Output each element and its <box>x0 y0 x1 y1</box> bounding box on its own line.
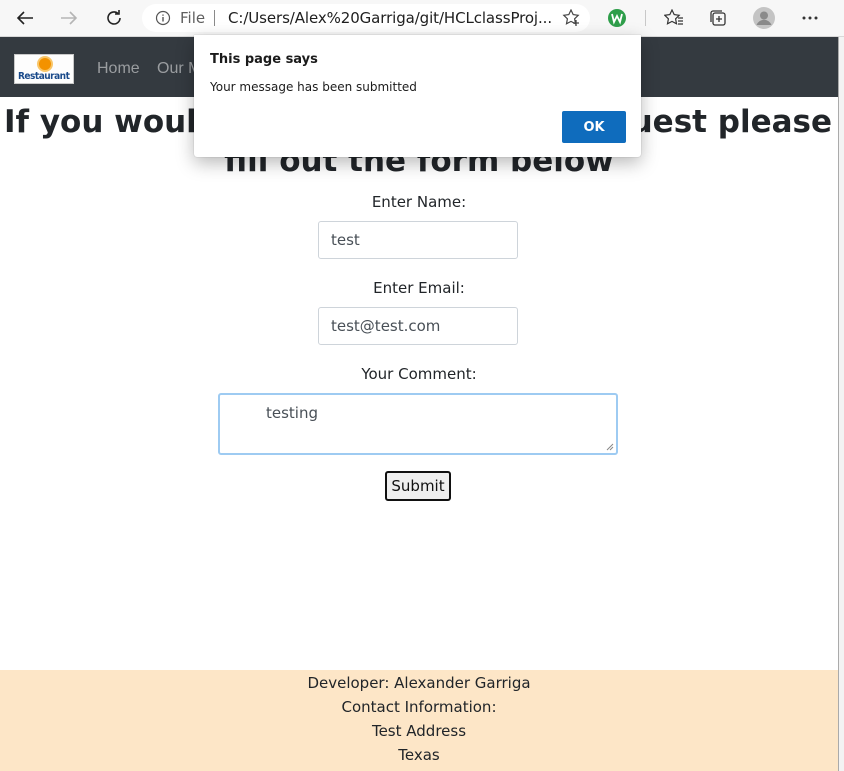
info-icon[interactable] <box>155 10 171 30</box>
comment-textarea[interactable]: testing <box>218 393 618 455</box>
ok-button[interactable]: OK <box>562 111 626 143</box>
logo-text: Restaurant <box>18 71 70 82</box>
nav-link-home[interactable]: Home <box>97 60 140 78</box>
browser-toolbar: File C:/Users/Alex%20Garriga/git/HCLclas… <box>0 0 844 37</box>
avatar-icon <box>753 7 775 29</box>
file-scheme-label: File <box>180 9 206 27</box>
back-arrow-icon <box>16 11 33 25</box>
favorites-button[interactable] <box>659 4 689 32</box>
submit-button[interactable]: Submit <box>385 471 451 501</box>
dialog-title: This page says <box>210 52 318 67</box>
toolbar-divider <box>645 10 646 26</box>
refresh-icon <box>107 10 121 25</box>
resize-grip-icon[interactable] <box>606 443 614 451</box>
comment-text: testing <box>266 404 319 422</box>
collections-button[interactable] <box>703 4 733 32</box>
email-label: Enter Email: <box>373 279 465 297</box>
restaurant-logo[interactable]: Restaurant <box>14 54 74 84</box>
footer-contact-heading: Contact Information: <box>341 698 497 716</box>
alert-dialog: This page says Your message has been sub… <box>194 35 641 157</box>
name-input[interactable]: test <box>318 221 518 259</box>
site-footer: Developer: Alexander Garriga Contact Inf… <box>0 670 838 771</box>
heading-line1-left: If you would <box>4 104 220 140</box>
email-input[interactable]: test@test.com <box>318 307 518 345</box>
back-button[interactable] <box>10 4 40 32</box>
extension-button[interactable] <box>602 4 632 32</box>
favorites-icon <box>664 9 683 25</box>
footer-address: Test Address <box>371 722 467 740</box>
side-panel-edge <box>838 37 844 771</box>
dialog-message: Your message has been submitted <box>210 80 417 94</box>
comment-label: Your Comment: <box>361 365 477 383</box>
forward-button[interactable] <box>54 4 84 32</box>
forward-arrow-icon <box>61 11 78 25</box>
address-url[interactable]: C:/Users/Alex%20Garriga/git/HCLclassProj… <box>228 9 552 27</box>
footer-developer: Developer: Alexander Garriga <box>307 674 531 692</box>
address-separator <box>214 10 215 26</box>
address-bar[interactable]: File C:/Users/Alex%20Garriga/git/HCLclas… <box>142 4 590 32</box>
collections-icon <box>710 10 726 26</box>
more-icon <box>802 16 818 20</box>
settings-menu-button[interactable] <box>795 4 825 32</box>
refresh-button[interactable] <box>99 4 129 32</box>
w-extension-icon <box>608 9 626 27</box>
logo-emblem-icon <box>37 56 53 72</box>
footer-state: Texas <box>398 746 440 764</box>
add-favorite-icon[interactable] <box>562 8 582 31</box>
name-label: Enter Name: <box>371 193 467 211</box>
profile-button[interactable] <box>749 4 779 32</box>
